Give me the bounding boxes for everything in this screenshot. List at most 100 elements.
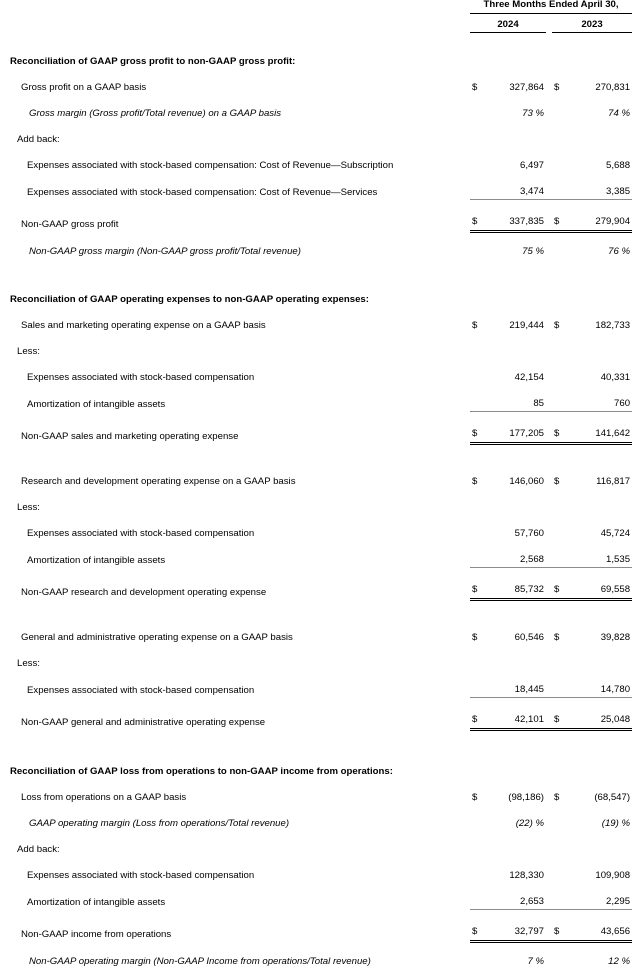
row-empty-values (470, 831, 640, 857)
currency-symbol-2023 (552, 540, 566, 568)
row-label: Non-GAAP research and development operat… (21, 586, 267, 598)
column-header-2023: 2023 (552, 13, 633, 34)
row-right-pad (632, 779, 640, 805)
table-header: Three Months Ended April 30, 2024 2023 (0, 0, 640, 43)
currency-symbol-2023 (552, 515, 566, 541)
row-empty-values (470, 489, 640, 515)
row-right-pad (632, 697, 640, 729)
row-right-pad (632, 541, 640, 568)
financial-statement-page: Three Months Ended April 30, 2024 2023 R… (0, 0, 640, 966)
currency-symbol-2024 (470, 670, 484, 698)
value-2024: 128,330 (509, 870, 544, 882)
currency-symbol-2023 (552, 670, 566, 698)
row-right-pad (632, 95, 640, 121)
currency-symbol-2023 (552, 147, 566, 173)
value-2024: 85,732 (484, 566, 546, 601)
value-2024: 57,760 (514, 528, 544, 540)
currency-symbol-2024: $ (470, 566, 484, 601)
row-right-pad (632, 359, 640, 385)
table-row: Expenses associated with stock-based com… (0, 172, 640, 200)
currency-symbol-2023: $ (552, 908, 566, 943)
table-row: Research and development operating expen… (0, 463, 640, 489)
row-label: Non-GAAP gross profit (21, 218, 119, 230)
row-label: Non-GAAP income from operations (21, 928, 172, 940)
table-row: Less: (0, 645, 640, 671)
currency-symbol-2023 (552, 384, 566, 412)
row-empty-values (470, 645, 640, 671)
currency-symbol-2023: $ (552, 198, 566, 233)
table-row: Less: (0, 333, 640, 359)
value-2023: 12 % (608, 956, 631, 968)
currency-symbol-2023 (552, 941, 566, 969)
currency-symbol-2023 (552, 805, 566, 831)
table-row: Gross profit on a GAAP basis $327,864 $270… (0, 69, 640, 95)
row-empty-values (470, 333, 640, 359)
row-right-pad (632, 883, 640, 910)
value-2024: (22) % (515, 818, 544, 830)
currency-symbol-2023 (552, 857, 566, 883)
row-right-pad (632, 199, 640, 231)
row-label: Expenses associated with stock-based com… (27, 372, 255, 384)
table-row: Expenses associated with stock-based com… (0, 359, 640, 385)
value-2023: 5,688 (606, 160, 631, 172)
value-2024: 32,797 (484, 908, 546, 943)
currency-symbol-2024 (470, 857, 484, 883)
row-right-pad (632, 941, 640, 969)
value-2024: 75 % (522, 246, 544, 258)
value-2024: 327,864 (509, 82, 544, 94)
currency-symbol-2023: $ (554, 476, 560, 488)
value-2023: 69,558 (566, 566, 633, 601)
total-row: Non-GAAP research and development operat… (0, 566, 640, 601)
total-row: Non-GAAP income from operations $32,797 $4… (0, 908, 640, 943)
table-row: GAAP operating margin (Loss from operati… (0, 805, 640, 831)
table-body: Reconciliation of GAAP gross profit to n… (0, 43, 640, 969)
currency-symbol-2023 (552, 359, 566, 385)
row-right-pad (632, 515, 640, 541)
table-row: Expenses associated with stock-based com… (0, 147, 640, 173)
spacer-row (0, 259, 640, 281)
row-label: Amortization of intangible assets (27, 554, 166, 566)
row-label: Gross profit on a GAAP basis (21, 82, 147, 94)
currency-symbol-2024 (470, 882, 484, 910)
row-label: Non-GAAP operating margin (Non-GAAP Inco… (29, 956, 371, 968)
value-2023: 141,642 (566, 410, 633, 445)
value-2024: 7 % (527, 956, 544, 968)
total-row: Non-GAAP general and administrative oper… (0, 696, 640, 731)
row-right-pad (632, 909, 640, 941)
row-label: Sales and marketing operating expense on… (21, 320, 266, 332)
row-right-pad (632, 411, 640, 443)
value-2024: (98,186) (508, 792, 544, 804)
currency-symbol-2023: $ (552, 566, 566, 601)
currency-symbol-2024: $ (472, 792, 478, 804)
spacer-row (0, 443, 640, 463)
year-right-pad (632, 13, 640, 33)
section-title: Reconciliation of GAAP gross profit to n… (10, 56, 296, 68)
table-row: Sales and marketing operating expense on… (0, 307, 640, 333)
value-2024: 42,154 (514, 372, 544, 384)
period-header: Three Months Ended April 30, (470, 0, 633, 14)
value-2024: 146,060 (509, 476, 544, 488)
table-row: Add back: (0, 121, 640, 147)
row-right-pad (632, 69, 640, 95)
value-2024: 2,568 (484, 540, 546, 568)
row-label: Less: (17, 658, 40, 670)
row-label: Research and development operating expen… (21, 476, 296, 488)
currency-symbol-2023: $ (554, 82, 560, 94)
currency-symbol-2024: $ (472, 82, 478, 94)
value-2023: 2,295 (566, 882, 633, 910)
currency-symbol-2024: $ (472, 632, 478, 644)
currency-symbol-2024: $ (470, 908, 484, 943)
total-row: Non-GAAP gross profit $337,835 $279,904 (0, 198, 640, 233)
section-header-row: Reconciliation of GAAP gross profit to n… (0, 43, 640, 69)
currency-symbol-2023 (552, 882, 566, 910)
currency-symbol-2024: $ (470, 696, 484, 731)
spacer-cell (0, 443, 640, 463)
value-2023: 45,724 (600, 528, 631, 540)
currency-symbol-2024 (470, 515, 484, 541)
value-2023: 43,656 (566, 908, 633, 943)
currency-symbol-2024 (470, 231, 484, 259)
currency-symbol-2024 (470, 147, 484, 173)
table-row: General and administrative operating exp… (0, 619, 640, 645)
value-2023: (68,547) (594, 792, 631, 804)
row-label: Gross margin (Gross profit/Total revenue… (29, 108, 282, 120)
